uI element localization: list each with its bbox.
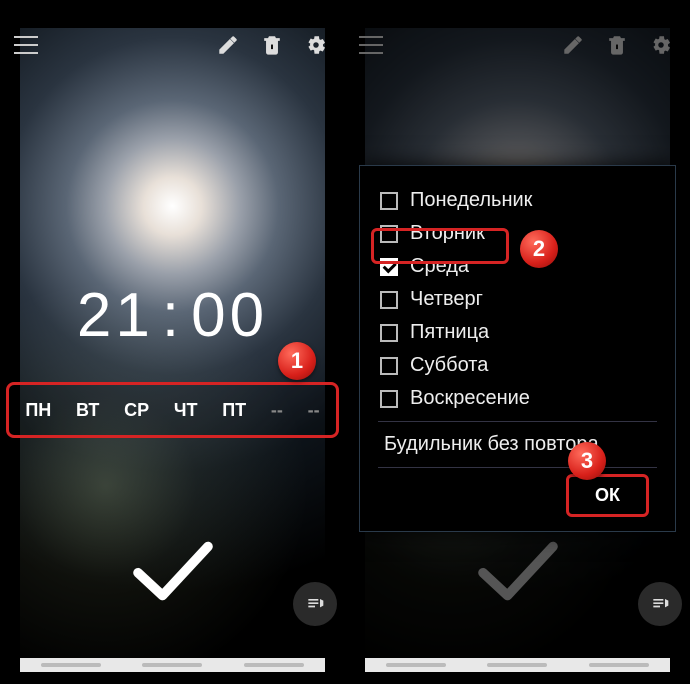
days-dialog: Понедельник Вторник Среда Четверг Пятниц…: [359, 165, 676, 532]
android-navbar: [20, 658, 325, 672]
delete-icon: [602, 30, 632, 60]
checkbox-icon[interactable]: [380, 192, 398, 210]
divider: [378, 467, 657, 468]
ok-button[interactable]: ОК: [566, 474, 649, 517]
day-option-fri[interactable]: Пятница: [378, 316, 657, 349]
day-option-sat[interactable]: Суббота: [378, 349, 657, 382]
divider: [378, 421, 657, 422]
day-fri[interactable]: ПТ: [222, 400, 246, 421]
day-option-mon[interactable]: Понедельник: [378, 184, 657, 217]
delete-icon[interactable]: [257, 30, 287, 60]
edit-icon: [558, 30, 588, 60]
android-navbar: [365, 658, 670, 672]
checkbox-icon[interactable]: [380, 390, 398, 408]
checkbox-icon[interactable]: [380, 291, 398, 309]
settings-icon: [646, 30, 676, 60]
day-thu[interactable]: ЧТ: [174, 400, 198, 421]
day-mon[interactable]: ПН: [25, 400, 51, 421]
no-repeat-option[interactable]: Будильник без повтора: [378, 428, 657, 461]
sound-fab-icon[interactable]: [293, 582, 337, 626]
sound-fab-icon: [638, 582, 682, 626]
days-repeat-bar[interactable]: ПН ВТ СР ЧТ ПТ -- --: [6, 382, 339, 438]
day-sun[interactable]: --: [308, 400, 320, 421]
checkbox-icon[interactable]: [380, 225, 398, 243]
checkbox-icon[interactable]: [380, 324, 398, 342]
clock-minutes: 00: [191, 281, 268, 350]
checkbox-icon[interactable]: [380, 357, 398, 375]
day-option-sun[interactable]: Воскресение: [378, 382, 657, 415]
clock-hours: 21: [77, 281, 154, 350]
checkbox-checked-icon[interactable]: [380, 258, 398, 276]
day-wed[interactable]: СР: [124, 400, 149, 421]
menu-icon: [359, 36, 383, 54]
edit-icon[interactable]: [213, 30, 243, 60]
menu-icon[interactable]: [14, 36, 38, 54]
day-option-tue[interactable]: Вторник: [378, 217, 657, 250]
day-tue[interactable]: ВТ: [76, 400, 99, 421]
confirm-check-icon: [473, 536, 563, 606]
day-option-thu[interactable]: Четверг: [378, 283, 657, 316]
settings-icon[interactable]: [301, 30, 331, 60]
day-option-wed[interactable]: Среда: [378, 250, 657, 283]
confirm-check-icon[interactable]: [128, 536, 218, 606]
alarm-time[interactable]: 21:00: [0, 280, 345, 351]
day-sat[interactable]: --: [271, 400, 283, 421]
